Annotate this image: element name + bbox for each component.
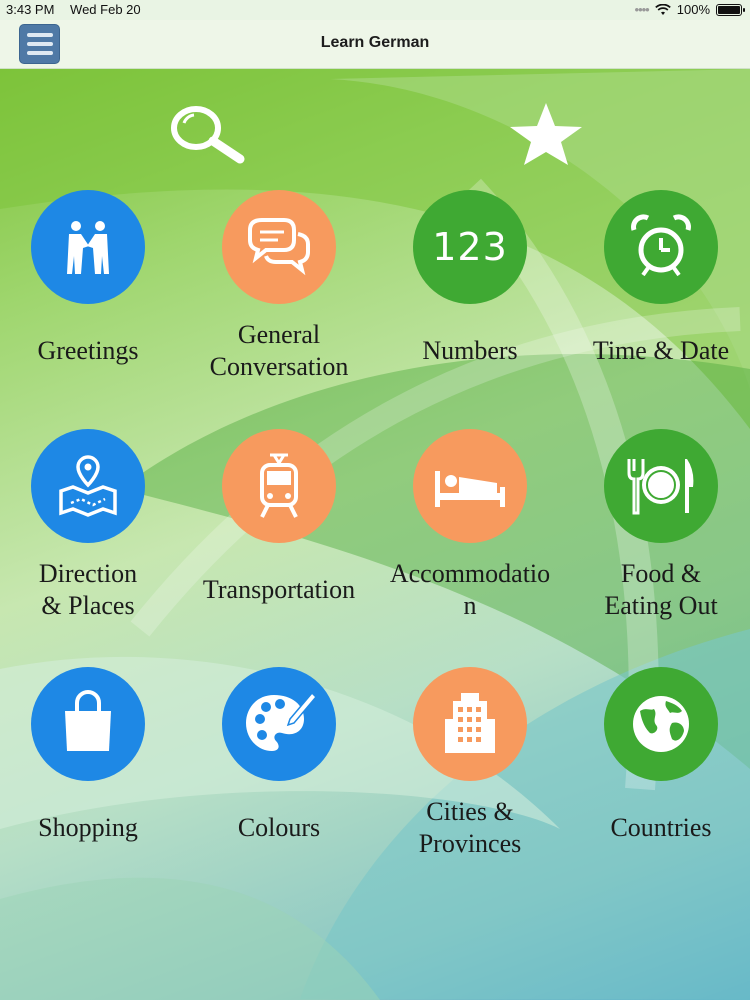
category-circle <box>222 667 336 781</box>
category-general-conversation[interactable]: General Conversation <box>184 190 374 386</box>
search-icon[interactable] <box>166 101 248 167</box>
category-circle <box>222 190 336 304</box>
category-circle <box>604 190 718 304</box>
category-circle: 123 <box>413 190 527 304</box>
category-time-date[interactable]: Time & Date <box>566 190 750 386</box>
category-circle <box>31 429 145 543</box>
category-transportation[interactable]: Transportation <box>184 429 374 625</box>
shopping-bag-icon <box>65 690 111 751</box>
wifi-icon <box>654 3 671 15</box>
category-label: Shopping <box>38 813 138 842</box>
category-label: Greetings <box>37 336 139 365</box>
category-circle <box>31 667 145 781</box>
plate-cutlery-icon <box>627 459 694 515</box>
status-date: Wed Feb 20 <box>70 2 141 17</box>
globe-icon <box>633 696 689 752</box>
category-direction-places[interactable]: Direction & Places <box>0 429 183 625</box>
category-circle <box>31 190 145 304</box>
map-pin-icon <box>59 455 117 517</box>
category-cities-provinces[interactable]: Cities & Provinces <box>375 667 565 863</box>
category-circle <box>413 667 527 781</box>
category-label: General Conversation <box>209 320 349 381</box>
category-label: Cities & Provinces <box>418 797 522 858</box>
star-icon[interactable] <box>508 101 584 167</box>
handshake-icon <box>67 221 109 274</box>
status-time: 3:43 PM <box>6 2 55 17</box>
category-label: Colours <box>237 813 321 842</box>
category-label: Transportation <box>202 575 356 604</box>
category-greetings[interactable]: Greetings <box>0 190 183 386</box>
category-circle <box>604 667 718 781</box>
category-label: Accommodation <box>389 559 551 620</box>
category-label: Countries <box>610 813 712 842</box>
category-countries[interactable]: Countries <box>566 667 750 863</box>
chat-bubbles-icon <box>248 218 310 276</box>
category-label: Food & Eating Out <box>604 559 718 620</box>
nav-bar: Learn German <box>0 20 750 69</box>
numbers-icon: 123 <box>432 225 508 269</box>
bed-icon <box>435 471 505 507</box>
battery-percent: 100% <box>676 2 710 17</box>
status-bar: 3:43 PM Wed Feb 20 •••• 100% <box>0 0 750 20</box>
category-colours[interactable]: Colours <box>184 667 374 863</box>
category-food-eating-out[interactable]: Food & Eating Out <box>566 429 750 625</box>
alarm-clock-icon <box>631 214 691 277</box>
category-label: Numbers <box>422 336 518 365</box>
category-circle <box>222 429 336 543</box>
category-accommodation[interactable]: Accommodation <box>375 429 565 625</box>
category-numbers[interactable]: 123 Numbers <box>375 190 565 386</box>
category-label: Time & Date <box>592 336 730 365</box>
category-label: Direction & Places <box>38 559 138 620</box>
signal-dots-icon: •••• <box>634 2 650 17</box>
battery-icon <box>716 3 745 16</box>
building-icon <box>445 693 495 753</box>
category-shopping[interactable]: Shopping <box>0 667 183 863</box>
palette-icon <box>246 691 316 751</box>
page-title: Learn German <box>320 34 430 51</box>
tram-icon <box>260 453 298 518</box>
category-circle <box>604 429 718 543</box>
category-circle <box>413 429 527 543</box>
